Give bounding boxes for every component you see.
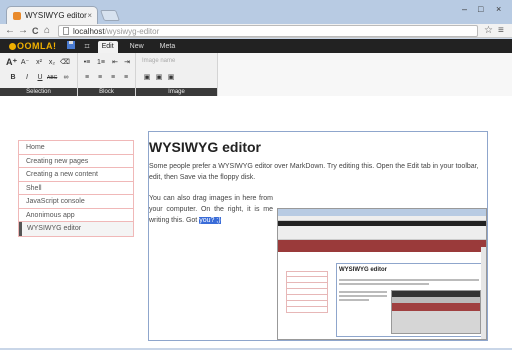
ordered-list-icon[interactable]: 1≡: [96, 58, 106, 68]
outdent-icon[interactable]: ⇤: [110, 58, 120, 68]
selection-group: A⁺ A⁻ x² x₂ ⌫ B I U ABC ∞ Selection: [0, 53, 78, 96]
editable-content[interactable]: WYSIWYG editor Some people prefer a WYSI…: [148, 131, 488, 341]
link-icon[interactable]: ∞: [61, 73, 71, 83]
intro-paragraph[interactable]: Some people prefer a WYSIWYG editor over…: [149, 161, 487, 183]
reload-icon[interactable]: C: [32, 25, 39, 37]
address-bar[interactable]: localhost/wysiwyg-editor: [58, 25, 478, 37]
justify-icon[interactable]: ≡: [121, 73, 131, 83]
tab-close-icon[interactable]: ×: [87, 11, 92, 20]
image-name-field[interactable]: Image name: [142, 58, 175, 64]
block-label: Block: [78, 88, 135, 96]
image-center-icon[interactable]: ▣: [154, 73, 164, 83]
window-close-button[interactable]: ×: [496, 4, 501, 14]
selected-text: you? ;): [199, 217, 221, 224]
tab-new[interactable]: New: [126, 42, 148, 51]
tab-edit[interactable]: Edit: [97, 41, 118, 53]
editor-topbar: OOMLA! ⌗ Edit New Meta: [0, 39, 512, 53]
sidebar-item-home[interactable]: Home: [19, 141, 133, 155]
ribbon-empty-area: [218, 53, 512, 96]
maximize-button[interactable]: □: [478, 4, 483, 14]
unordered-list-icon[interactable]: •≡: [82, 58, 92, 68]
favicon-icon: [13, 11, 21, 20]
image-left-icon[interactable]: ▣: [142, 73, 152, 83]
url-host: localhost: [73, 26, 105, 36]
sidebar-item-wysiwyg-editor[interactable]: WYSIWYG editor: [19, 222, 133, 236]
selection-label: Selection: [0, 88, 77, 96]
page-title[interactable]: WYSIWYG editor: [149, 139, 261, 155]
sidebar-item-javascript-console[interactable]: JavaScript console: [19, 195, 133, 209]
font-decrease-icon[interactable]: A⁻: [20, 58, 30, 68]
site-logo[interactable]: OOMLA!: [8, 41, 57, 51]
image-right-icon[interactable]: ▣: [166, 73, 176, 83]
sidebar-item-creating-new-content[interactable]: Creating a new content: [19, 168, 133, 182]
new-tab-button[interactable]: [99, 10, 121, 21]
sidebar-nav: Home Creating new pages Creating a new c…: [18, 140, 134, 237]
save-floppy-icon[interactable]: [66, 41, 75, 51]
clear-format-icon[interactable]: ⌫: [60, 58, 70, 68]
tab-meta[interactable]: Meta: [156, 42, 180, 51]
browser-menu-icon[interactable]: ≡: [498, 25, 504, 37]
url-path: /wysiwyg-editor: [104, 26, 160, 36]
browser-tab[interactable]: WYSIWYG editor ×: [6, 6, 98, 24]
forward-icon[interactable]: →: [18, 25, 28, 37]
italic-icon[interactable]: I: [22, 73, 32, 83]
minimize-button[interactable]: –: [462, 4, 467, 14]
sidebar-item-shell[interactable]: Shell: [19, 182, 133, 195]
tab-title: WYSIWYG editor: [25, 11, 87, 20]
image-group: Image name ▣ ▣ ▣ Image: [136, 53, 218, 96]
sidebar-item-creating-new-pages[interactable]: Creating new pages: [19, 155, 133, 168]
page-icon: [63, 27, 69, 35]
subscript-icon[interactable]: x₂: [47, 58, 57, 68]
back-icon[interactable]: ←: [5, 25, 15, 37]
bookmark-star-icon[interactable]: ☆: [484, 25, 493, 37]
embedded-screenshot-image[interactable]: WYSIWYG editor: [277, 208, 487, 340]
strikethrough-icon[interactable]: ABC: [47, 73, 57, 83]
bold-icon[interactable]: B: [8, 73, 18, 83]
drag-images-paragraph[interactable]: You can also drag images in here from yo…: [149, 193, 273, 226]
underline-icon[interactable]: U: [35, 73, 45, 83]
home-icon[interactable]: ⌂: [44, 25, 50, 37]
editor-ribbon: A⁺ A⁻ x² x₂ ⌫ B I U ABC ∞ Selection •≡ 1…: [0, 53, 512, 96]
image-label: Image: [136, 88, 217, 96]
browser-titlebar: WYSIWYG editor × – □ ×: [0, 0, 512, 24]
page-body: Home Creating new pages Creating a new c…: [0, 96, 512, 348]
screenshot-title: WYSIWYG editor: [339, 267, 387, 273]
align-center-icon[interactable]: ≡: [95, 73, 105, 83]
browser-toolbar: ← → C ⌂ localhost/wysiwyg-editor ☆ ≡: [0, 24, 512, 38]
font-increase-icon[interactable]: A⁺: [6, 57, 17, 67]
sidebar-item-anonimous-app[interactable]: Anonimous app: [19, 209, 133, 222]
align-left-icon[interactable]: ≡: [82, 73, 92, 83]
grid-icon[interactable]: ⌗: [85, 41, 90, 52]
indent-icon[interactable]: ⇥: [122, 58, 132, 68]
align-right-icon[interactable]: ≡: [108, 73, 118, 83]
block-group: •≡ 1≡ ⇤ ⇥ ≡ ≡ ≡ ≡ Block: [78, 53, 136, 96]
superscript-icon[interactable]: x²: [34, 58, 44, 68]
